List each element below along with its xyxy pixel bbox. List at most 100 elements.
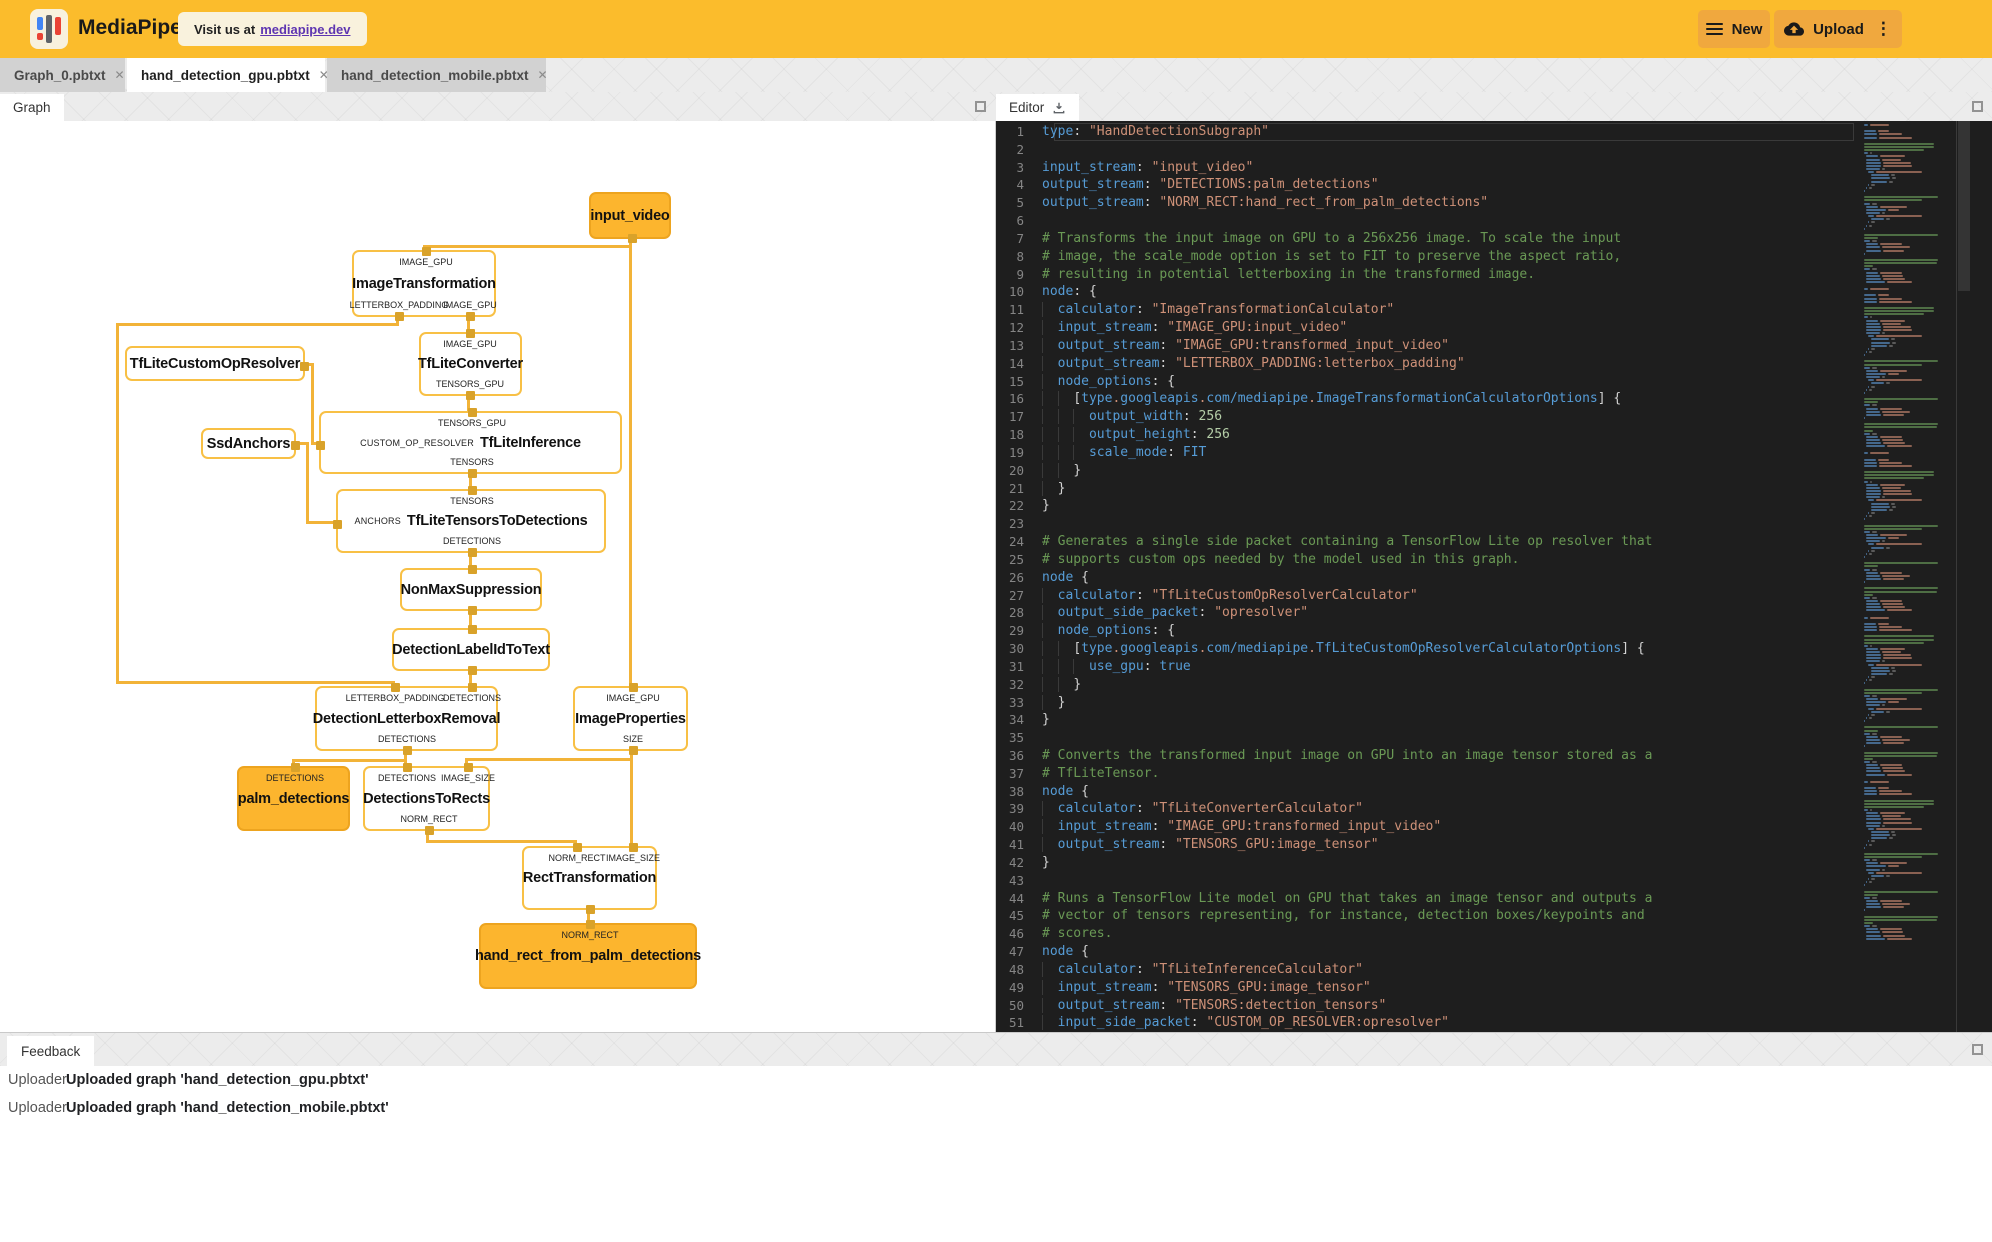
new-button[interactable]: New [1698,10,1770,48]
code-line: 17 output_width: 256 [996,408,1860,426]
upload-button[interactable]: Upload ⋮ [1774,10,1902,48]
editor-scrollbar[interactable] [1958,121,1970,291]
graph-node-RectTransformation[interactable]: RectTransformation NORM_RECT IMAGE_SIZE [522,842,660,914]
graph-node-TfLiteTensorsToDetections[interactable]: ANCHORS TfLiteTensorsToDetections TENSORS D… [332,485,606,557]
code-line: 49 input_stream: "TENSORS_GPU:image_tens… [996,979,1860,997]
new-button-label: New [1731,20,1763,38]
feedback-log: Uploader Uploaded graph 'hand_detection_g… [0,1066,1992,1242]
code-line: 34} [996,711,1860,729]
node-title: SsdAnchors [206,435,291,452]
output-port [424,825,434,835]
graph-node-palm_detections[interactable]: palm_detections DETECTIONS [237,762,350,831]
input-port [390,682,400,692]
graph-node-ImageProperties[interactable]: ImageProperties IMAGE_GPU SIZE [573,682,688,755]
line-number: 4 [1016,177,1024,193]
graph-node-DetectionLetterboxRemoval[interactable]: DetectionLetterboxRemoval LETTERBOX_PADDI… [313,682,501,755]
graph-node-ImageTransformation[interactable]: ImageTransformation IMAGE_GPU LETTERBOX_PA… [349,246,497,321]
line-number: 28 [1008,605,1024,621]
port-label: DETECTIONS [442,536,502,546]
line-number: 40 [1008,819,1024,835]
code-line: 26 node { [996,569,1860,587]
code-line: 20 } [996,462,1860,480]
graph-node-NonMaxSuppression[interactable]: NonMaxSuppression [400,564,542,615]
graph-edge [464,757,633,761]
port-label: IMAGE_GPU [443,339,497,349]
graph-node-input_video[interactable]: input_video [589,192,671,243]
graph-node-TfLiteCustomOpResolver[interactable]: TfLiteCustomOpResolver [125,346,309,381]
code-line: 19 scale_mode: FIT [996,444,1860,462]
input-port [585,919,595,929]
code-line: 31 use_gpu: true [996,658,1860,676]
feedback-message: Uploaded graph 'hand_detection_gpu.pbtxt… [66,1072,369,1088]
port-label: IMAGE_GPU [399,257,453,267]
port-label: LETTERBOX_PADDING [345,693,445,703]
port-label: DETECTIONS [377,734,437,744]
port-label: LETTERBOX_PADDING [349,300,449,310]
graph-node-TfLiteInference[interactable]: CUSTOM_OP_RESOLVER TfLiteInference TENSORS… [315,407,622,478]
graph-node-SsdAnchors[interactable]: SsdAnchors [201,428,300,459]
output-port [465,311,475,321]
download-icon[interactable] [1052,101,1066,115]
input-port [332,519,342,529]
output-port [628,745,638,755]
code-line: 5 output_stream: "NORM_RECT:hand_rect_fro… [996,194,1860,212]
line-number: 44 [1008,890,1024,906]
tab-feedback[interactable]: Feedback [7,1036,95,1067]
graph-node-hand_rect_from_palm_detections[interactable]: hand_rect_from_palm_detections NORM_RECT [475,919,701,989]
output-port [467,605,477,615]
close-tab-icon[interactable]: ✕ [538,68,548,82]
code-line: 12 input_stream: "IMAGE_GPU:input_video" [996,319,1860,337]
maximize-editor-icon[interactable] [1972,101,1983,112]
file-tab-Graph_0-pbtxt[interactable]: Graph_0.pbtxt ✕ [0,58,125,92]
line-number: 16 [1008,391,1024,407]
line-number: 27 [1008,587,1024,603]
upload-button-label: Upload [1813,20,1864,38]
mediapipe-dev-link[interactable]: mediapipe.dev [260,22,350,37]
node-input-label: CUSTOM_OP_RESOLVER [360,437,474,448]
code-line: 4 output_stream: "DETECTIONS:palm_detecti… [996,176,1860,194]
code-line: 6 [996,212,1860,230]
app-title: MediaPipe [78,16,182,39]
graph-node-DetectionsToRects[interactable]: DetectionsToRects DETECTIONS IMAGE_SIZE NOR… [363,762,495,835]
feedback-tab-label: Feedback [21,1044,81,1059]
line-number: 22 [1008,498,1024,514]
port-label: DETECTIONS [265,773,325,783]
line-number: 46 [1008,926,1024,942]
line-number: 34 [1008,712,1024,728]
graph-canvas[interactable]: input_video ImageTransformation IMAGE_GPU L… [0,121,996,1032]
maximize-graph-icon[interactable] [975,101,986,112]
code-line: 23 [996,515,1860,533]
graph-node-DetectionLabelIdToText[interactable]: DetectionLabelIdToText [392,624,550,675]
code-line: 35 [996,729,1860,747]
code-line: 3 input_stream: "input_video" [996,159,1860,177]
code-line: 11 calculator: "ImageTransformationCalcu… [996,301,1860,319]
input-port [465,328,475,338]
code-editor[interactable]: 1 type: "HandDetectionSubgraph" 2 3 input_st… [996,121,1992,1032]
file-tab-hand_detection_mobile-pbtxt[interactable]: hand_detection_mobile.pbtxt ✕ [327,58,548,92]
close-tab-icon[interactable]: ✕ [115,68,125,82]
maximize-feedback-icon[interactable] [1972,1044,1983,1055]
line-number: 32 [1008,676,1024,692]
graph-node-TfLiteConverter[interactable]: TfLiteConverter IMAGE_GPU TENSORS_GPU [418,328,523,400]
editor-minimap[interactable] [1860,121,1954,1032]
line-number: 42 [1008,854,1024,870]
output-port [627,233,637,243]
line-number: 14 [1008,355,1024,371]
file-tab-hand_detection_gpu-pbtxt[interactable]: hand_detection_gpu.pbtxt ✕ [127,58,329,92]
code-line: 18 output_height: 256 [996,426,1860,444]
line-number: 51 [1008,1015,1024,1031]
visit-prefix: Visit us at [194,21,256,37]
kebab-menu-icon[interactable]: ⋮ [1875,19,1892,39]
code-line: 16 [type.googleapis.com/mediapipe.ImageT… [996,390,1860,408]
graph-edge [425,839,577,843]
code-area[interactable]: 1 type: "HandDetectionSubgraph" 2 3 input_st… [996,123,1860,1032]
code-line: 39 calculator: "TfLiteConverterCalculato… [996,800,1860,818]
code-line: 38 node { [996,783,1860,801]
line-number: 21 [1008,480,1024,496]
input-port [290,762,300,772]
code-line: 41 output_stream: "TENSORS_GPU:image_ten… [996,836,1860,854]
line-number: 9 [1016,266,1024,282]
tab-editor[interactable]: Editor [996,94,1080,121]
tab-graph[interactable]: Graph [0,94,64,121]
editor-tab-label: Editor [1009,100,1045,115]
